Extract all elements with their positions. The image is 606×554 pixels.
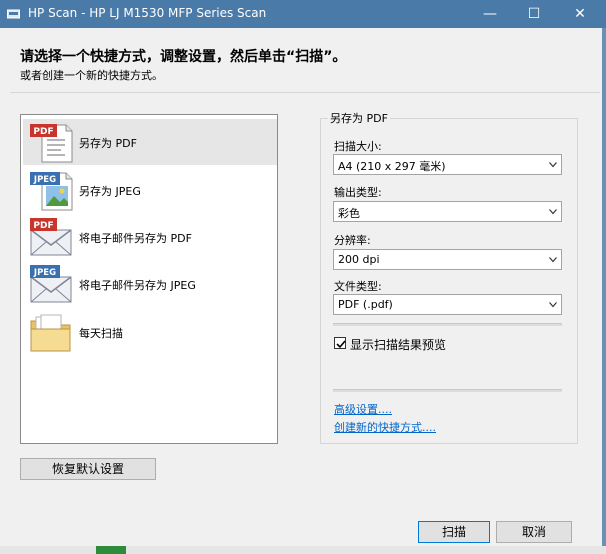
chevron-down-icon bbox=[549, 257, 557, 263]
hp-scan-app-icon bbox=[7, 9, 20, 19]
shortcut-item-email-jpeg[interactable]: JPEG 将电子邮件另存为 JPEG bbox=[23, 261, 277, 307]
email-jpeg-icon: JPEG bbox=[30, 265, 72, 303]
restore-defaults-button[interactable]: 恢复默认设置 bbox=[20, 458, 156, 480]
instruction-subheading: 或者创建一个新的快捷方式。 bbox=[20, 69, 163, 82]
chevron-down-icon bbox=[549, 162, 557, 168]
settings-separator bbox=[333, 323, 562, 326]
shortcut-list[interactable]: PDF 另存为 PDF JPEG 另存为 JPEG PDF 将电子邮件另存为 P… bbox=[20, 114, 278, 444]
maximize-button[interactable]: ☐ bbox=[514, 0, 554, 28]
close-button[interactable]: ✕ bbox=[560, 0, 600, 28]
resolution-label: 分辨率: bbox=[334, 234, 371, 247]
file-type-select[interactable]: PDF (.pdf) bbox=[333, 294, 562, 315]
shortcut-item-daily-scan[interactable]: 每天扫描 bbox=[23, 309, 277, 355]
output-type-value: 彩色 bbox=[338, 207, 360, 220]
create-shortcut-link[interactable]: 创建新的快捷方式.... bbox=[334, 419, 436, 435]
taskbar-item bbox=[96, 546, 126, 554]
shortcut-item-save-pdf[interactable]: PDF 另存为 PDF bbox=[23, 119, 277, 165]
scan-size-select[interactable]: A4 (210 x 297 毫米) bbox=[333, 154, 562, 175]
svg-text:PDF: PDF bbox=[33, 221, 53, 231]
shortcut-item-save-jpeg[interactable]: JPEG 另存为 JPEG bbox=[23, 167, 277, 213]
scan-size-label: 扫描大小: bbox=[334, 140, 382, 153]
file-type-value: PDF (.pdf) bbox=[338, 298, 393, 311]
resolution-value: 200 dpi bbox=[338, 253, 380, 266]
scan-button[interactable]: 扫描 bbox=[418, 521, 490, 543]
settings-group-title: 另存为 PDF bbox=[328, 110, 390, 126]
scan-size-value: A4 (210 x 297 毫米) bbox=[338, 160, 446, 173]
output-type-label: 输出类型: bbox=[334, 186, 382, 199]
window-border bbox=[602, 28, 606, 554]
email-pdf-icon: PDF bbox=[30, 218, 72, 256]
folder-icon bbox=[30, 314, 71, 352]
file-type-label: 文件类型: bbox=[334, 280, 382, 293]
pdf-document-icon: PDF bbox=[30, 124, 73, 163]
jpeg-image-icon: JPEG bbox=[30, 172, 73, 211]
settings-separator bbox=[333, 389, 562, 392]
preview-checkbox-label: 显示扫描结果预览 bbox=[350, 338, 447, 352]
svg-text:JPEG: JPEG bbox=[33, 175, 56, 185]
instruction-heading: 请选择一个快捷方式，调整设置，然后单击“扫描”。 bbox=[20, 49, 347, 65]
chevron-down-icon bbox=[549, 302, 557, 308]
advanced-settings-link[interactable]: 高级设置.... bbox=[334, 401, 392, 417]
title-bar: HP Scan - HP LJ M1530 MFP Series Scan — … bbox=[0, 0, 606, 28]
shortcut-item-email-pdf[interactable]: PDF 将电子邮件另存为 PDF bbox=[23, 214, 277, 260]
header-divider bbox=[10, 92, 600, 93]
checkmark-icon bbox=[336, 340, 346, 349]
output-type-select[interactable]: 彩色 bbox=[333, 201, 562, 222]
shortcut-label: 另存为 JPEG bbox=[79, 185, 141, 198]
svg-text:PDF: PDF bbox=[33, 127, 53, 137]
shortcut-label: 另存为 PDF bbox=[79, 137, 137, 150]
shortcut-label: 将电子邮件另存为 PDF bbox=[79, 232, 192, 245]
resolution-select[interactable]: 200 dpi bbox=[333, 249, 562, 270]
taskbar-strip bbox=[0, 546, 606, 554]
preview-checkbox[interactable] bbox=[334, 337, 346, 349]
window-title: HP Scan - HP LJ M1530 MFP Series Scan bbox=[28, 6, 267, 20]
chevron-down-icon bbox=[549, 209, 557, 215]
cancel-button[interactable]: 取消 bbox=[496, 521, 572, 543]
shortcut-label: 每天扫描 bbox=[79, 327, 123, 340]
minimize-button[interactable]: — bbox=[470, 0, 510, 28]
shortcut-label: 将电子邮件另存为 JPEG bbox=[79, 279, 196, 292]
svg-text:JPEG: JPEG bbox=[33, 268, 56, 278]
